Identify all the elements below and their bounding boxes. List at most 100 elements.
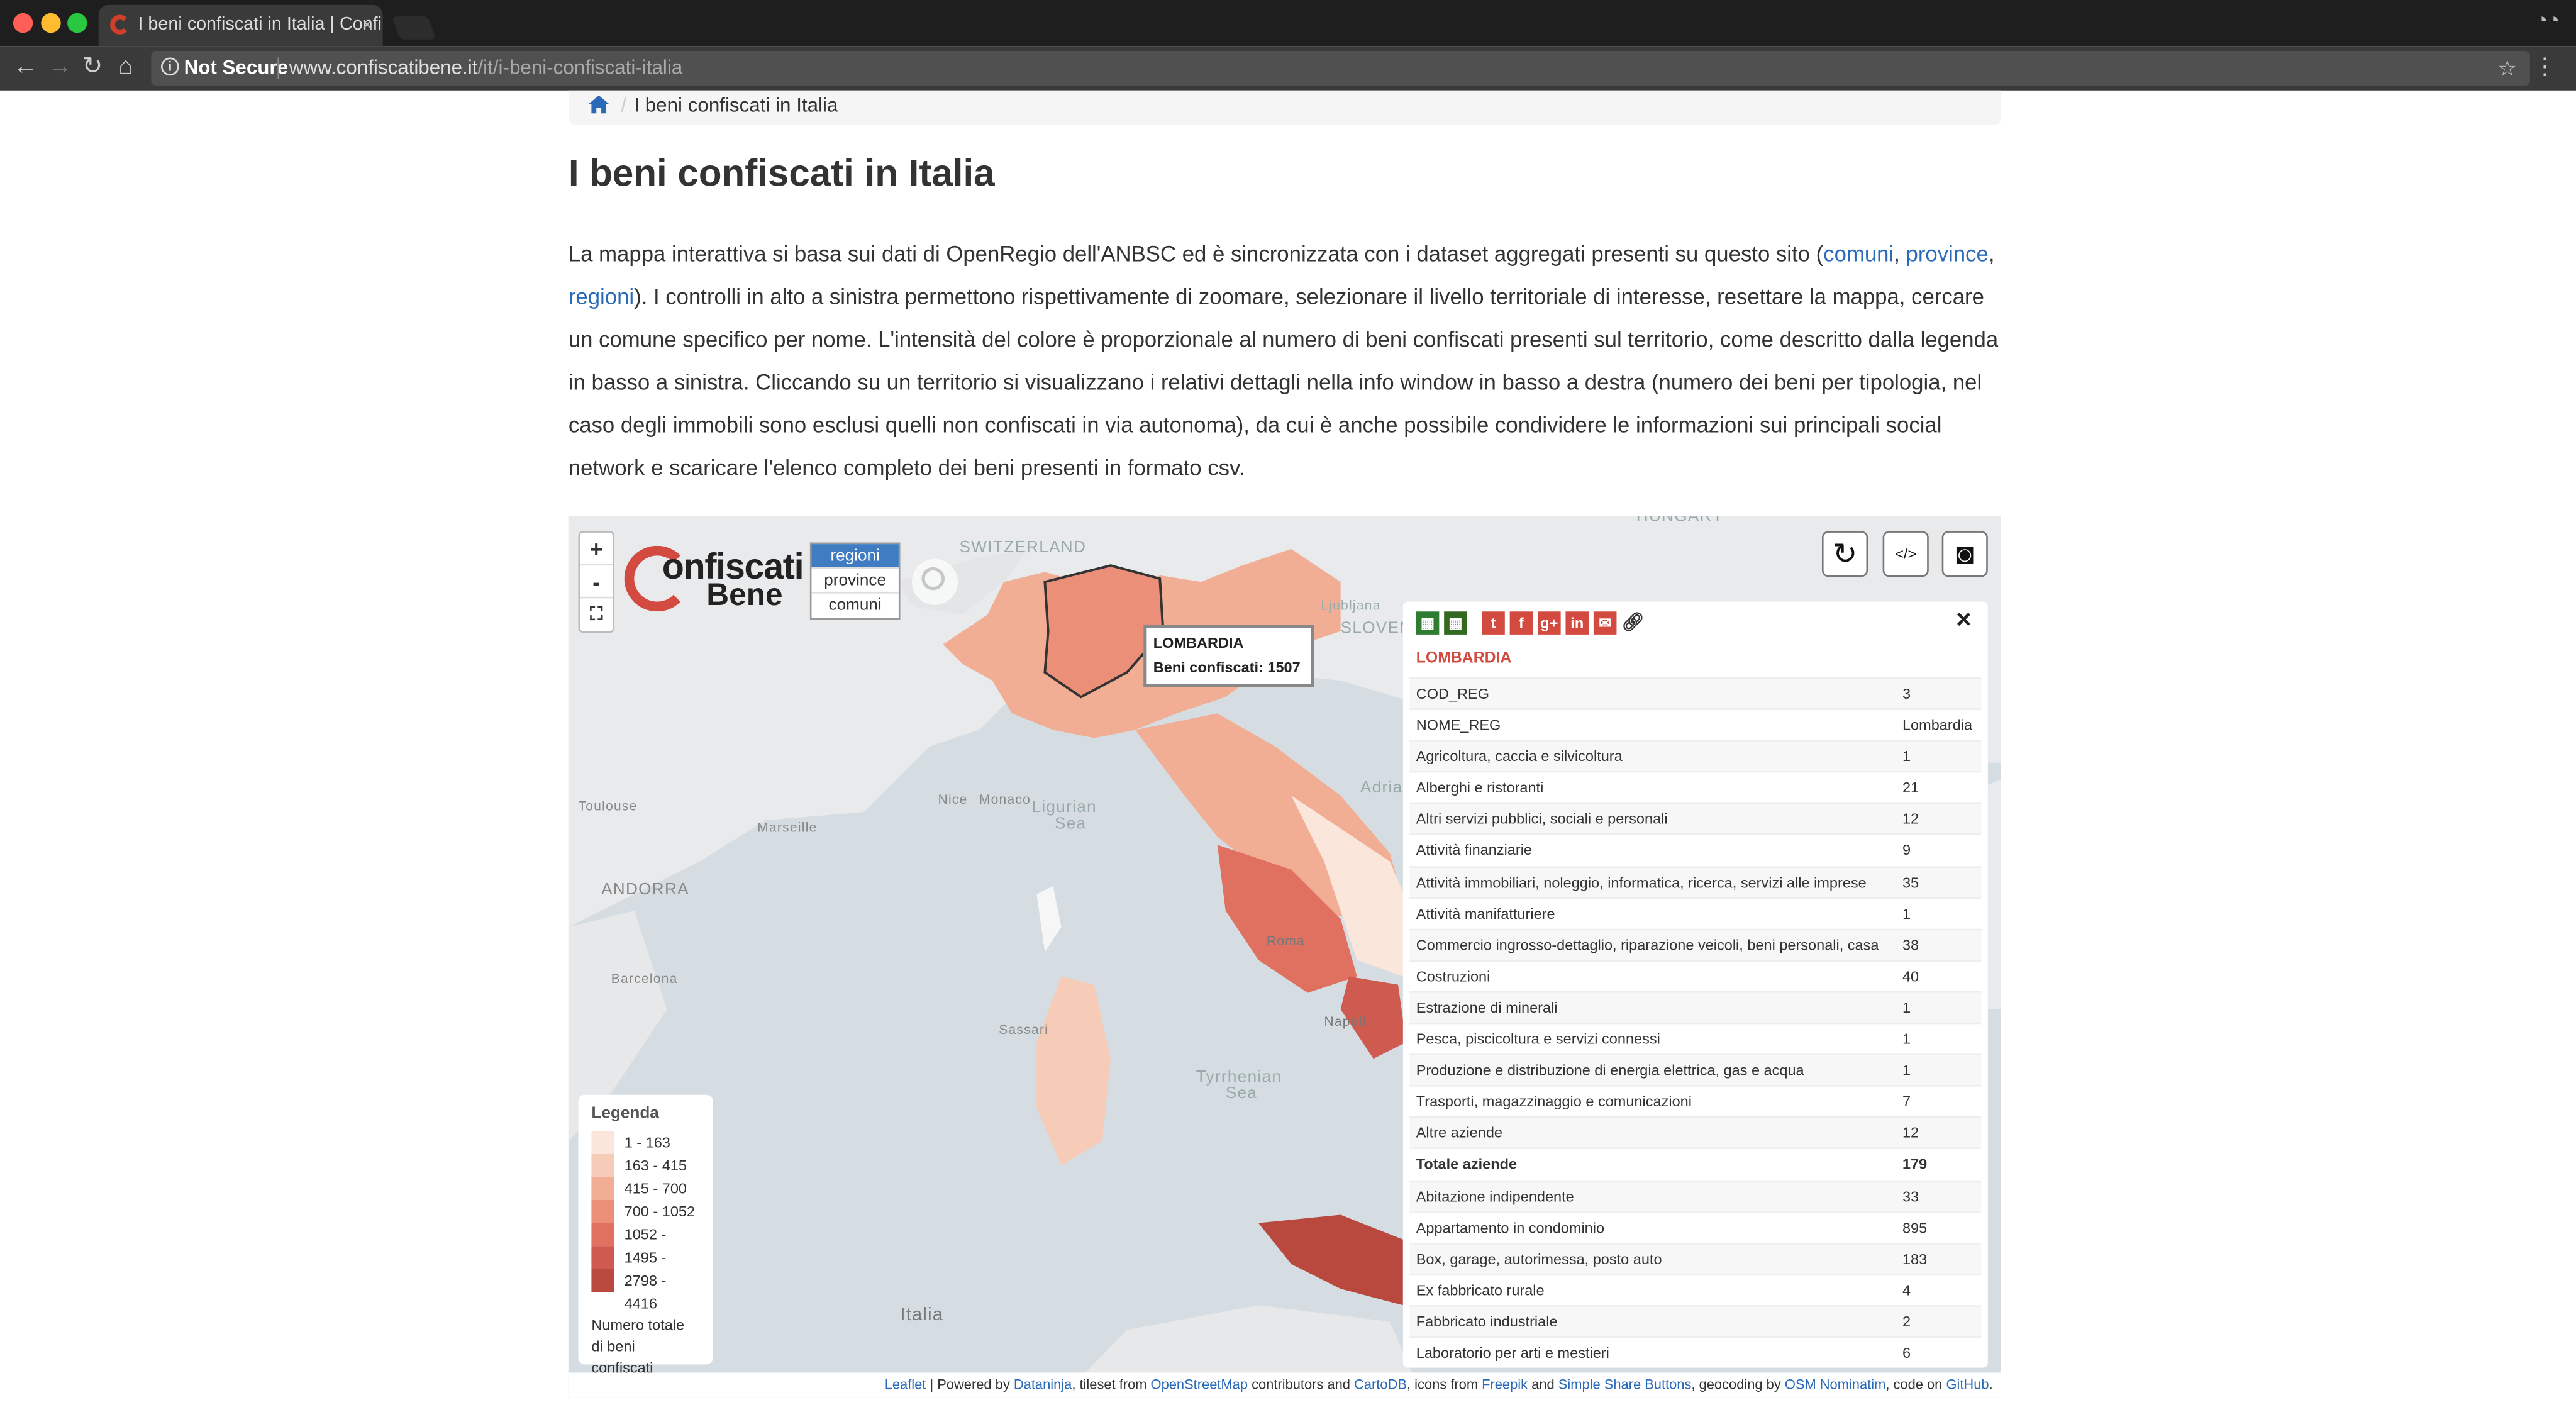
info-row: Trasporti, magazzinaggio e comunicazioni… [1409,1085,1982,1117]
home-icon[interactable]: ⌂ [118,53,133,82]
google-plus-icon[interactable]: g+ [1538,611,1561,635]
browser-tab[interactable]: I beni confiscati in Italia | Confi × [98,4,383,47]
forward-icon[interactable]: → [48,53,72,82]
legend-swatch [591,1177,614,1200]
github-link[interactable]: GitHub [1946,1376,1989,1392]
new-tab-button[interactable] [391,16,436,40]
info-row: Estrazione di minerali 1 [1409,991,1982,1023]
regioni-link[interactable]: regioni [569,284,634,309]
logo-text-bene: Bene [706,579,783,613]
legend-swatch [591,1223,614,1247]
back-icon[interactable]: ← [13,53,38,82]
home-icon[interactable] [588,95,610,114]
bookmark-star-icon[interactable]: ☆ [2498,51,2517,86]
island-corsica [1036,886,1062,952]
tab-close-icon[interactable]: × [362,5,373,46]
intro-text-2: ). I controlli in alto a sinistra permet… [568,284,1999,481]
info-close-button[interactable]: × [1956,606,1971,636]
info-row-key: Altre aziende [1416,1125,1503,1142]
info-row-value: 1 [1902,999,1911,1016]
comma-sep-2: , [1988,242,1995,267]
province-link[interactable]: province [1906,242,1989,266]
label-tyrrhenian: Tyrrhenian [1196,1068,1282,1087]
legend-swatch [591,1199,614,1223]
info-row-value: 179 [1902,1156,1928,1173]
info-row: Altri servizi pubblici, sociali e person… [1409,803,1982,835]
legend-range: 700 - 1052 [624,1203,696,1220]
info-row-value: Lombardia [1902,716,1973,733]
info-table: COD_REG 3 NOME_REG Lombardia Agricoltura, ca… [1409,677,1982,1368]
reload-icon[interactable]: ↻ [82,53,103,82]
facebook-icon[interactable]: f [1509,611,1533,635]
level-option-province[interactable]: province [811,569,899,594]
info-row-key: Commercio ingrosso-dettaglio, riparazion… [1416,936,1879,953]
freepik-link[interactable]: Freepik [1482,1376,1528,1392]
page-title: I beni confiscati in Italia [568,151,995,194]
minimize-window-button[interactable] [41,13,61,33]
incognito-icon: ◔◔ [2535,8,2560,31]
fullscreen-icon[interactable]: ⛶ [580,598,613,631]
info-icon[interactable]: i [160,57,179,76]
level-option-regioni[interactable]: regioni [811,544,899,569]
close-window-button[interactable] [13,13,33,33]
map-legend: Legenda 1 - 163 163 - 415 415 - 700 700 - 1… [578,1094,713,1376]
info-row: Abitazione indipendente 33 [1409,1179,1982,1211]
label-switzerland: SWITZERLAND [959,539,1087,558]
info-row: Attività manifatturiere 1 [1409,897,1982,928]
info-row-key: Attività manifatturiere [1416,905,1555,922]
label-ligurian-sea: Sea [1055,815,1087,834]
info-row-value: 12 [1902,1125,1919,1142]
info-row: Costruzioni 40 [1409,959,1982,991]
embed-code-button[interactable]: </> [1882,531,1929,577]
info-row: Attività finanziarie 9 [1409,834,1982,865]
email-icon[interactable]: ✉ [1593,611,1617,635]
info-row-value: 2 [1902,1313,1911,1330]
region-sardegna[interactable] [1036,976,1111,1166]
interactive-map[interactable]: SWITZERLAND HUNGARY SLOVEN Ljubljana Tou… [568,516,2001,1398]
address-bar[interactable]: i Not Secure www.confiscatibene.it/it/i-… [151,51,2530,86]
info-row: Alberghi e ristoranti 21 [1409,771,1982,803]
info-row: Altre aziende 12 [1409,1116,1982,1148]
level-selector: regioni province comuni [809,542,901,620]
twitter-icon[interactable]: t [1482,611,1505,635]
info-row-key: Trasporti, magazzinaggio e comunicazioni [1416,1093,1692,1110]
info-row: Appartamento in condominio 895 [1409,1211,1982,1242]
zoom-in-button[interactable]: + [580,533,613,566]
osm-link[interactable]: OpenStreetMap [1151,1376,1248,1392]
maximize-window-button[interactable] [67,13,87,33]
site-favicon-icon [110,14,130,35]
download-csv-aziende-icon[interactable]: ▦ [1416,611,1440,635]
legend-footer-1: Numero totale [591,1316,685,1333]
legend-row: 1052 - 1495 [591,1223,699,1266]
browser-menu-icon[interactable]: ⋮ [2533,53,2557,81]
simple-share-buttons-link[interactable]: Simple Share Buttons [1558,1376,1692,1392]
info-row-value: 40 [1902,968,1919,985]
nominatim-link[interactable]: OSM Nominatim [1785,1376,1885,1392]
leaflet-link[interactable]: Leaflet [885,1376,926,1392]
info-row-key: Attività immobiliari, noleggio, informat… [1416,874,1867,891]
legend-row: 1 - 163 [591,1131,699,1154]
reset-map-button[interactable]: ↻ [1821,531,1868,577]
info-row: Produzione e distribuzione di energia el… [1409,1053,1982,1086]
region-sicilia[interactable] [1258,1214,1403,1306]
screenshot-button[interactable]: ◙ [1941,531,1988,577]
info-row: Box, garage, autorimessa, posto auto 183 [1409,1242,1982,1274]
attr-text-7: , code on [1885,1375,1946,1392]
legend-row: 2798 - 4416 [591,1269,699,1312]
legend-footer: Numero totale di beni confiscati [591,1315,699,1379]
comuni-link[interactable]: comuni [1823,242,1894,266]
info-row-value: 183 [1902,1250,1928,1267]
cartodb-link[interactable]: CartoDB [1354,1376,1407,1392]
url-path: /it/i-beni-confiscati-italia [477,55,683,79]
zoom-out-button[interactable]: - [580,565,613,599]
info-row-key: Produzione e distribuzione di energia el… [1416,1062,1804,1079]
attr-text-1: | Powered by [926,1375,1014,1392]
dataninja-link[interactable]: Dataninja [1014,1376,1072,1392]
level-option-comuni[interactable]: comuni [811,594,898,618]
info-row-value: 6 [1902,1344,1911,1362]
download-csv-immobili-icon[interactable]: ▦ [1444,611,1467,635]
link-icon[interactable]: 🔗︎ [1621,611,1645,635]
linkedin-icon[interactable]: in [1565,611,1589,635]
tooltip-region: LOMBARDIA [1153,634,1244,652]
search-button[interactable] [911,558,958,605]
